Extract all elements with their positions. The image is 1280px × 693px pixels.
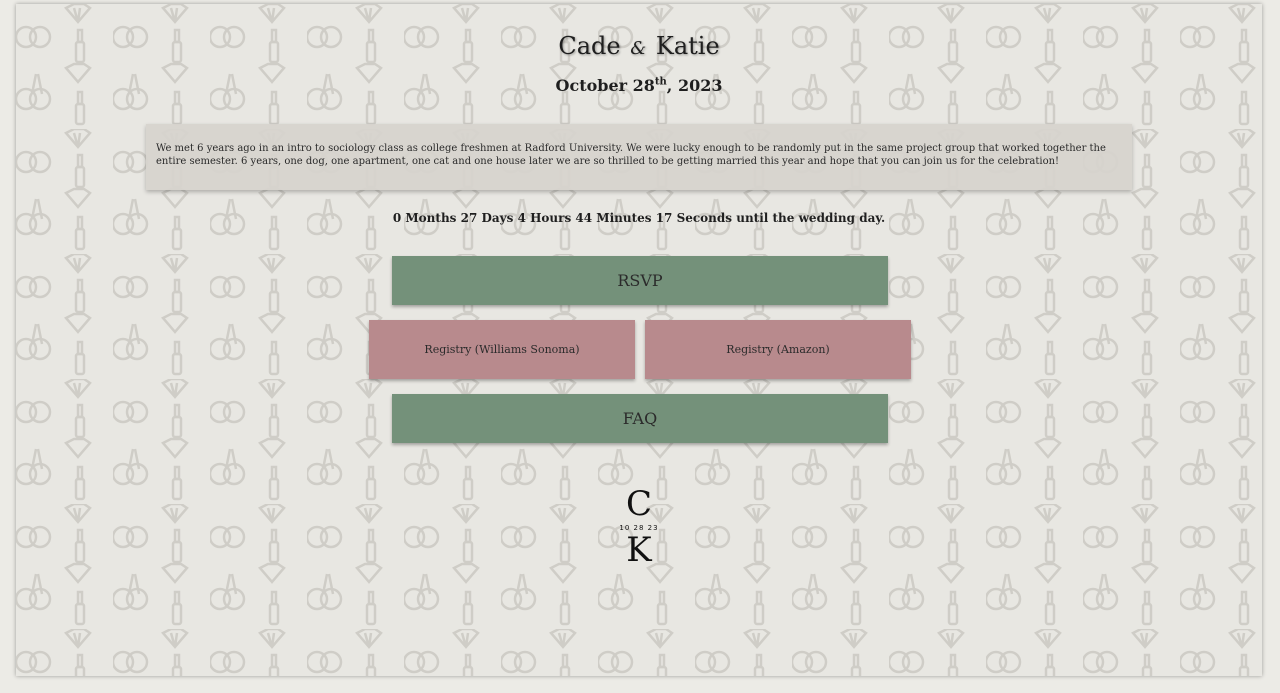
second-name: Katie xyxy=(655,32,720,60)
monogram-logo: C 10 28 23 K xyxy=(614,484,664,570)
registry-williams-sonoma-button[interactable]: Registry (Williams Sonoma) xyxy=(369,320,635,379)
registry-amazon-button[interactable]: Registry (Amazon) xyxy=(645,320,911,379)
faq-button[interactable]: FAQ xyxy=(392,394,888,443)
countdown-text: 0 Months 27 Days 4 Hours 44 Minutes 17 S… xyxy=(392,211,886,225)
date-year: , 2023 xyxy=(666,76,723,95)
monogram-c: C xyxy=(625,484,652,524)
story-text: We met 6 years ago in an intro to sociol… xyxy=(156,143,1106,167)
story-box: We met 6 years ago in an intro to sociol… xyxy=(146,124,1132,190)
ampersand: & xyxy=(630,38,647,59)
first-name: Cade xyxy=(558,32,621,60)
date-suffix: th xyxy=(654,76,667,88)
wedding-date: October 28th, 2023 xyxy=(16,76,1262,95)
page-frame: Cade & Katie October 28th, 2023 We met 6… xyxy=(16,4,1262,676)
date-month-day: October 28 xyxy=(555,76,655,95)
couple-title: Cade & Katie xyxy=(16,32,1262,60)
monogram-k: K xyxy=(626,530,652,570)
rsvp-button[interactable]: RSVP xyxy=(392,256,888,305)
